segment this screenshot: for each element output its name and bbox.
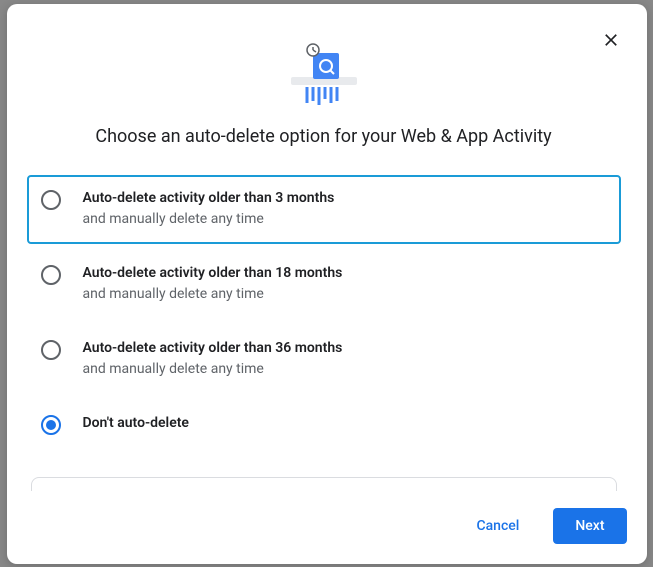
option-dont-auto-delete[interactable]: Don't auto-delete: [27, 400, 621, 449]
auto-delete-dialog: Choose an auto-delete option for your We…: [7, 4, 647, 564]
dialog-heading: Choose an auto-delete option for your We…: [43, 126, 605, 147]
radio-dont-auto-delete[interactable]: [41, 415, 61, 435]
shredder-illustration: [284, 40, 364, 110]
next-button[interactable]: Next: [553, 508, 626, 544]
cancel-button[interactable]: Cancel: [455, 508, 542, 544]
close-icon: [601, 30, 621, 50]
option-sublabel: and manually delete any time: [83, 210, 607, 230]
radio-3-months[interactable]: [41, 190, 61, 210]
radio-18-months[interactable]: [41, 265, 61, 285]
option-label: Auto-delete activity older than 36 month…: [83, 339, 607, 359]
option-label: Don't auto-delete: [83, 414, 607, 434]
option-label: Auto-delete activity older than 3 months: [83, 189, 607, 209]
option-36-months[interactable]: Auto-delete activity older than 36 month…: [27, 325, 621, 394]
dialog-footer: Cancel Next: [7, 491, 647, 564]
radio-36-months[interactable]: [41, 340, 61, 360]
close-button[interactable]: [593, 22, 629, 58]
help-box[interactable]: How long is right for you?: [31, 477, 617, 490]
option-3-months[interactable]: Auto-delete activity older than 3 months…: [27, 175, 621, 244]
dialog-scroll-area[interactable]: Choose an auto-delete option for your We…: [7, 4, 647, 491]
option-label: Auto-delete activity older than 18 month…: [83, 264, 607, 284]
option-18-months[interactable]: Auto-delete activity older than 18 month…: [27, 250, 621, 319]
option-sublabel: and manually delete any time: [83, 285, 607, 305]
option-sublabel: and manually delete any time: [83, 360, 607, 380]
